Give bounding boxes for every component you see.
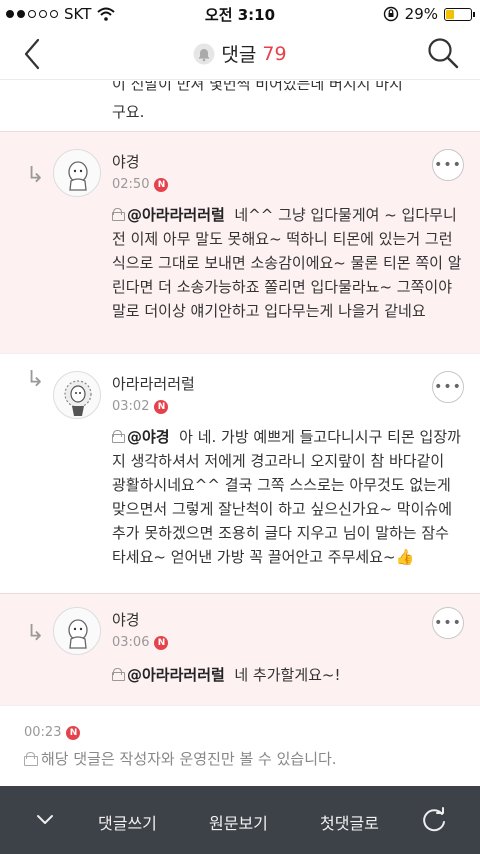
chevron-down-icon[interactable] bbox=[36, 810, 54, 828]
comment: ↳ 아라라러러럴 03:02 N ••• @야경 아 네. 가방 예쁘게 들고다… bbox=[0, 353, 480, 593]
comment-list: 이 신발이 만져 몇번씩 비어있는데 버지지 마지 구요. ↳ 야경 02:50… bbox=[0, 81, 480, 786]
write-comment-button[interactable]: 댓글쓰기 bbox=[98, 810, 157, 834]
lock-icon bbox=[24, 751, 38, 766]
avatar[interactable] bbox=[53, 371, 101, 419]
mention[interactable]: @야경 bbox=[127, 428, 170, 446]
battery-icon bbox=[444, 7, 475, 21]
previous-comment-tail: 이 신발이 만져 몇번씩 비어있는데 버지지 마지 구요. bbox=[0, 81, 480, 131]
view-original-button[interactable]: 원문보기 bbox=[209, 810, 268, 834]
reply-comment: ↳ 야경 02:50 N ••• @아라라러러럴 네^^ 그냥 입다물게여 ~ … bbox=[0, 131, 480, 353]
new-badge: N bbox=[154, 399, 169, 414]
bell-icon bbox=[193, 43, 215, 64]
comment-time: 02:50 N bbox=[112, 177, 169, 192]
more-options-button[interactable]: ••• bbox=[432, 607, 464, 639]
comment-body: @아라라러러럴 네^^ 그냥 입다물게여 ~ 입다무니 전 이제 아무 말도 못… bbox=[112, 203, 462, 323]
status-bar: SKT 오전 3:10 29% bbox=[0, 0, 480, 28]
battery-percent: 29% bbox=[404, 5, 438, 23]
title-label: 댓글 bbox=[221, 44, 257, 66]
rotation-lock-icon bbox=[383, 6, 398, 22]
comment-text: 아 네. 가방 예쁘게 들고다니시구 티몬 입장까지 생각하셔서 저에게 경고라… bbox=[112, 428, 461, 566]
comment-time-label: 03:06 bbox=[112, 635, 150, 650]
first-comment-button[interactable]: 첫댓글로 bbox=[320, 810, 379, 834]
reply-comment: ↳ 야경 03:06 N ••• @아라라러러럴 네 추가할게요~! bbox=[0, 593, 480, 705]
search-icon[interactable] bbox=[426, 36, 460, 70]
comment-text: 네 추가할게요~! bbox=[234, 666, 341, 684]
new-badge: N bbox=[154, 635, 169, 650]
lock-icon bbox=[112, 668, 125, 681]
more-options-button[interactable]: ••• bbox=[432, 149, 464, 181]
more-options-button[interactable]: ••• bbox=[432, 371, 464, 403]
comment-time-label: 03:02 bbox=[112, 399, 150, 414]
lock-icon bbox=[112, 208, 125, 221]
private-comment: 00:23 N 해당 댓글은 작성자와 운영진만 볼 수 있습니다. bbox=[0, 705, 480, 786]
comment-time: 03:02 N bbox=[112, 399, 169, 414]
refresh-icon[interactable] bbox=[420, 806, 448, 834]
comment-nickname[interactable]: 야경 bbox=[112, 151, 140, 172]
comment-time-label: 02:50 bbox=[112, 177, 150, 192]
previous-comment-line2: 구요. bbox=[112, 103, 145, 121]
comment-count: 79 bbox=[262, 42, 287, 65]
reply-arrow-icon: ↳ bbox=[26, 163, 45, 188]
avatar[interactable] bbox=[53, 149, 101, 197]
comment-time-label: 00:23 bbox=[24, 725, 62, 740]
lock-icon bbox=[112, 430, 125, 443]
mention[interactable]: @아라라러러럴 bbox=[127, 666, 225, 684]
reply-arrow-icon: ↳ bbox=[26, 367, 45, 392]
private-notice: 해당 댓글은 작성자와 운영진만 볼 수 있습니다. bbox=[24, 748, 337, 769]
previous-comment-line1: 이 신발이 만져 몇번씩 비어있는데 버지지 마지 bbox=[112, 81, 403, 93]
comment-body: @아라라러러럴 네 추가할게요~! bbox=[112, 663, 462, 687]
comment-nickname[interactable]: 아라라러러럴 bbox=[112, 373, 195, 394]
avatar[interactable] bbox=[53, 607, 101, 655]
comment-body: @야경 아 네. 가방 예쁘게 들고다니시구 티몬 입장까지 생각하셔서 저에게… bbox=[112, 425, 462, 569]
reply-arrow-icon: ↳ bbox=[26, 621, 45, 646]
comment-nickname[interactable]: 야경 bbox=[112, 609, 140, 630]
comment-time: 00:23 N bbox=[24, 725, 81, 740]
new-badge: N bbox=[66, 725, 81, 740]
comment-time: 03:06 N bbox=[112, 635, 169, 650]
mention[interactable]: @아라라러러럴 bbox=[127, 206, 225, 224]
bottom-toolbar: 댓글쓰기 원문보기 첫댓글로 bbox=[0, 786, 480, 854]
page-title: 댓글 79 bbox=[0, 40, 480, 67]
new-badge: N bbox=[154, 177, 169, 192]
nav-bar: 댓글 79 bbox=[0, 28, 480, 80]
private-notice-text: 해당 댓글은 작성자와 운영진만 볼 수 있습니다. bbox=[41, 750, 337, 768]
